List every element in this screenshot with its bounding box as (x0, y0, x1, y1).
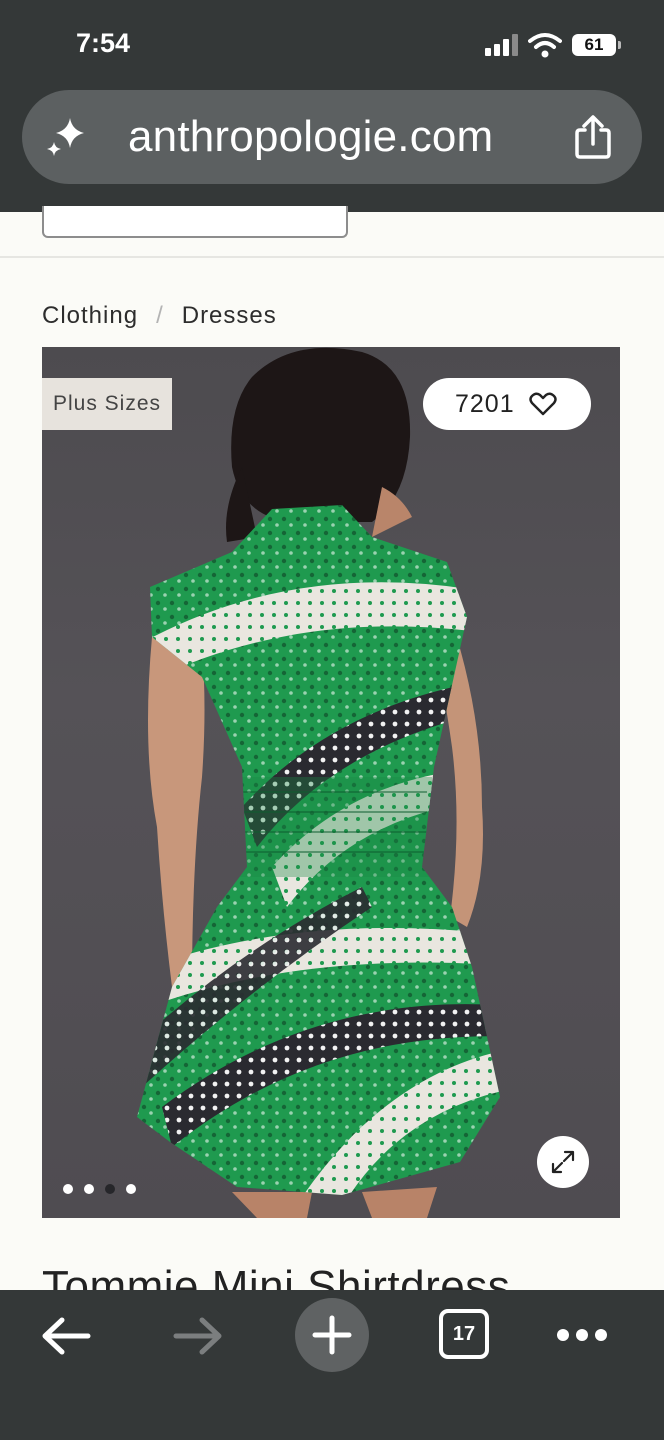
expand-icon (551, 1150, 575, 1174)
cellular-signal-icon (485, 34, 519, 56)
tab-switcher-button[interactable]: 17 (439, 1309, 489, 1359)
expand-image-button[interactable] (537, 1136, 589, 1188)
arrow-left-icon[interactable] (40, 1314, 92, 1358)
plus-icon (312, 1315, 352, 1355)
plus-sizes-badge[interactable]: Plus Sizes (42, 378, 172, 430)
breadcrumb-dresses[interactable]: Dresses (182, 302, 277, 329)
sparkle-icon[interactable] (44, 114, 90, 160)
pagination-dot[interactable] (63, 1184, 73, 1194)
wifi-icon (528, 33, 562, 58)
breadcrumb-clothing[interactable]: Clothing (42, 302, 138, 329)
pagination-dot[interactable] (126, 1184, 136, 1194)
status-time: 7:54 (76, 28, 131, 58)
browser-bottom-bar: 17 (0, 1290, 664, 1440)
pagination-dot[interactable] (84, 1184, 94, 1194)
heart-icon (529, 392, 557, 416)
url-text[interactable]: anthropologie.com (128, 112, 493, 162)
share-icon[interactable] (572, 114, 614, 160)
address-bar[interactable]: anthropologie.com (22, 90, 642, 184)
favorite-button[interactable]: 7201 (423, 378, 591, 430)
dress-illustration (137, 347, 500, 1218)
favorites-count: 7201 (455, 390, 515, 418)
breadcrumb: Clothing / Dresses (42, 302, 277, 330)
more-dots-icon[interactable] (556, 1328, 608, 1342)
breadcrumb-separator: / (156, 302, 164, 329)
product-image[interactable]: Plus Sizes 7201 (42, 347, 620, 1218)
arrow-right-icon[interactable] (172, 1314, 224, 1358)
browser-top-bar: 7:54 61 anthropologie.com (0, 0, 664, 212)
divider (0, 256, 664, 258)
new-tab-button[interactable] (295, 1298, 369, 1372)
battery-indicator: 61 (572, 34, 621, 56)
pagination-dot-active[interactable] (105, 1184, 115, 1194)
previous-section-box (42, 206, 348, 238)
